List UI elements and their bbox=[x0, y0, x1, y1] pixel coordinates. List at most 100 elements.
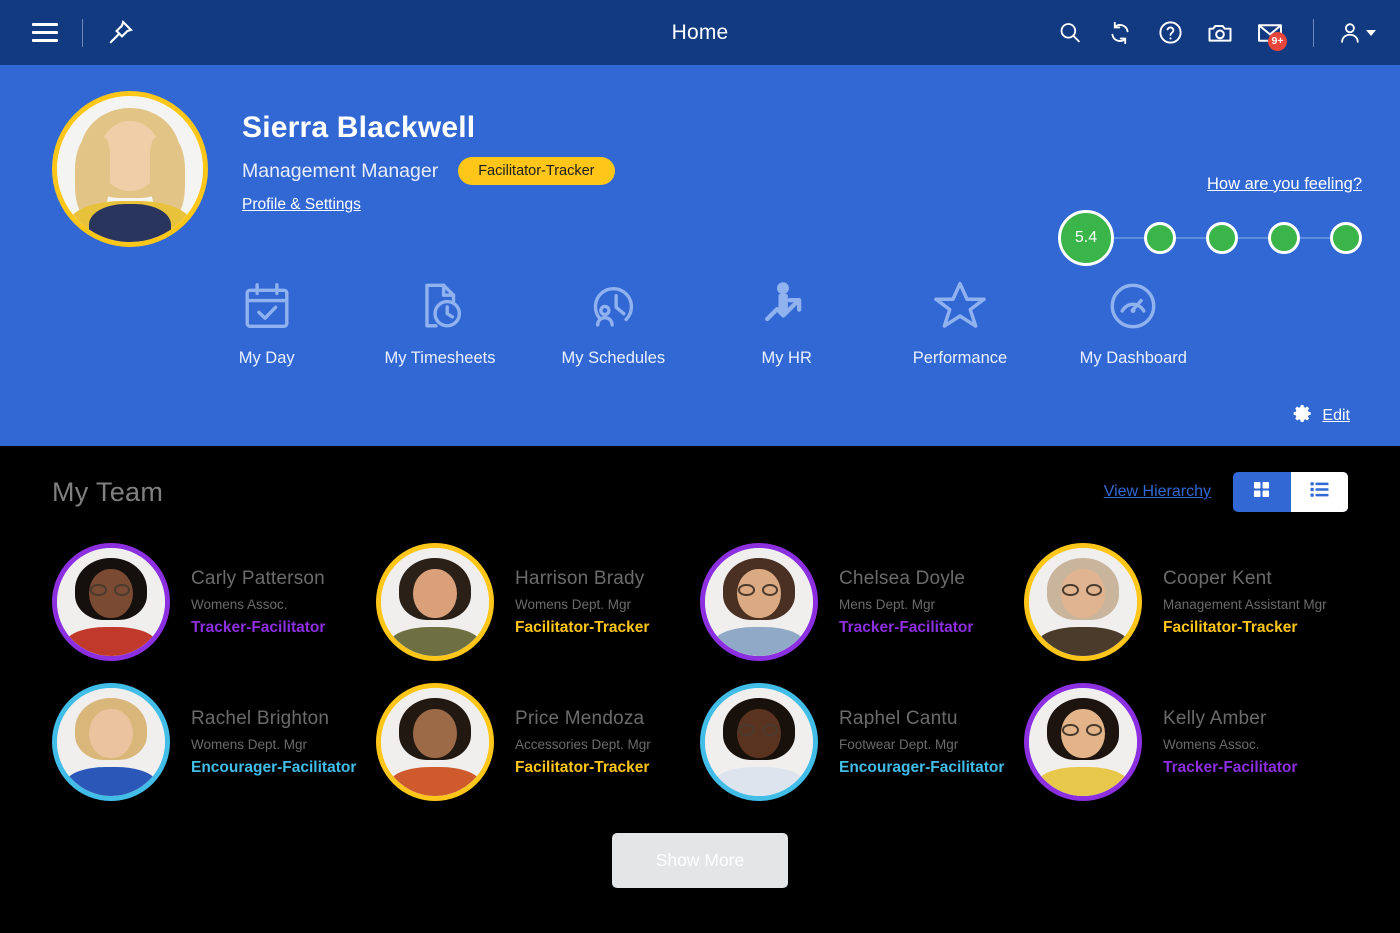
member-department: Accessories Dept. Mgr bbox=[515, 736, 651, 752]
avatar[interactable] bbox=[700, 543, 818, 661]
member-name: Price Mendoza bbox=[515, 707, 645, 729]
quicknav-label: My Timesheets bbox=[384, 349, 496, 367]
how-are-you-feeling-link[interactable]: How are you feeling? bbox=[1207, 175, 1362, 193]
member-info: Chelsea Doyle Mens Dept. Mgr Tracker-Facil… bbox=[839, 568, 973, 637]
feeling-score-dot[interactable]: 5.4 bbox=[1058, 210, 1114, 266]
member-photo bbox=[57, 548, 165, 656]
member-photo bbox=[381, 548, 489, 656]
quicknav-item-my-timesheets[interactable]: My Timesheets bbox=[353, 275, 526, 368]
list-view-button[interactable] bbox=[1290, 472, 1348, 512]
team-member-card[interactable]: Harrison Brady Womens Dept. Mgr Facilitato… bbox=[376, 543, 700, 661]
section-title: My Team bbox=[52, 476, 164, 507]
team-member-card[interactable]: Raphel Cantu Footwear Dept. Mgr Encourager… bbox=[700, 683, 1024, 801]
mail-unread-badge: 9+ bbox=[1268, 31, 1287, 51]
member-role: Tracker-Facilitator bbox=[839, 618, 974, 636]
team-member-card[interactable]: Price Mendoza Accessories Dept. Mgr Facili… bbox=[376, 683, 700, 801]
quicknav-label: My Dashboard bbox=[1079, 349, 1187, 367]
member-name: Raphel Cantu bbox=[839, 707, 958, 729]
status-badge: Facilitator-Tracker bbox=[458, 157, 615, 185]
member-info: Rachel Brighton Womens Dept. Mgr Encourage… bbox=[191, 708, 356, 777]
avatar[interactable] bbox=[1024, 543, 1142, 661]
feeling-connector bbox=[1300, 237, 1330, 239]
feeling-dot[interactable] bbox=[1268, 222, 1300, 254]
show-more-button[interactable]: Show More bbox=[611, 833, 789, 888]
member-department: Footwear Dept. Mgr bbox=[839, 736, 959, 752]
grid-view-button[interactable] bbox=[1233, 472, 1291, 512]
pin-icon[interactable] bbox=[97, 10, 143, 56]
quicknav-item-my-day[interactable]: My Day bbox=[180, 275, 353, 368]
list-view-icon bbox=[1308, 478, 1331, 506]
team-header-actions: View Hierarchy bbox=[1104, 472, 1348, 512]
view-hierarchy-link[interactable]: View Hierarchy bbox=[1104, 483, 1211, 501]
member-info: Harrison Brady Womens Dept. Mgr Facilitato… bbox=[515, 568, 649, 637]
grid-view-icon bbox=[1251, 479, 1272, 505]
member-department: Management Assistant Mgr bbox=[1163, 596, 1327, 612]
chevron-down-icon bbox=[1366, 29, 1376, 36]
member-photo bbox=[57, 688, 165, 796]
quick-nav: My Day My Timesheets My Schedules My HR … bbox=[0, 275, 1400, 368]
edit-dashboard-button[interactable]: Edit bbox=[1292, 403, 1350, 429]
team-header: My Team View Hierarchy bbox=[52, 446, 1348, 512]
member-photo bbox=[1029, 548, 1137, 656]
feeling-widget: How are you feeling? 5.4 bbox=[1058, 175, 1362, 266]
member-department: Womens Dept. Mgr bbox=[515, 596, 632, 612]
profile-photo bbox=[57, 96, 203, 242]
quicknav-item-my-dashboard[interactable]: My Dashboard bbox=[1047, 275, 1220, 368]
member-department: Mens Dept. Mgr bbox=[839, 596, 936, 612]
refresh-icon[interactable] bbox=[1099, 10, 1141, 56]
quicknav-item-performance[interactable]: Performance bbox=[873, 275, 1046, 368]
avatar[interactable] bbox=[376, 543, 494, 661]
feeling-connector bbox=[1176, 237, 1206, 239]
member-department: Womens Assoc. bbox=[191, 596, 288, 612]
team-member-card[interactable]: Kelly Amber Womens Assoc. Tracker-Facilita… bbox=[1024, 683, 1348, 801]
top-navigation-bar: Home 9+ bbox=[0, 0, 1400, 65]
team-member-card[interactable]: Chelsea Doyle Mens Dept. Mgr Tracker-Facil… bbox=[700, 543, 1024, 661]
avatar[interactable] bbox=[376, 683, 494, 801]
hero-section: Sierra Blackwell Management Manager Faci… bbox=[0, 65, 1400, 446]
feeling-dot[interactable] bbox=[1144, 222, 1176, 254]
topbar-divider-right bbox=[1313, 18, 1314, 47]
team-member-card[interactable]: Carly Patterson Womens Assoc. Tracker-Faci… bbox=[52, 543, 376, 661]
member-role: Encourager-Facilitator bbox=[191, 758, 357, 776]
edit-label: Edit bbox=[1322, 407, 1350, 424]
user-account-icon[interactable] bbox=[1336, 10, 1378, 56]
help-icon[interactable] bbox=[1149, 10, 1191, 56]
avatar[interactable] bbox=[52, 683, 170, 801]
member-name: Rachel Brighton bbox=[191, 707, 330, 729]
show-more-wrap: Show More bbox=[52, 833, 1348, 888]
member-name: Harrison Brady bbox=[515, 567, 645, 589]
gauge-icon bbox=[1106, 275, 1160, 337]
feeling-connector bbox=[1114, 237, 1144, 239]
home-page: Home 9+ Sierra Blackwell Management Mana… bbox=[0, 0, 1400, 933]
topbar-left-group bbox=[22, 10, 143, 56]
team-member-grid: Carly Patterson Womens Assoc. Tracker-Faci… bbox=[52, 543, 1348, 801]
feeling-dot[interactable] bbox=[1206, 222, 1238, 254]
camera-icon[interactable] bbox=[1199, 10, 1241, 56]
document-clock-icon bbox=[413, 275, 467, 337]
team-member-card[interactable]: Rachel Brighton Womens Dept. Mgr Encourage… bbox=[52, 683, 376, 801]
avatar[interactable] bbox=[52, 91, 208, 247]
member-role: Tracker-Facilitator bbox=[1163, 758, 1298, 776]
team-member-card[interactable]: Cooper Kent Management Assistant Mgr Facil… bbox=[1024, 543, 1348, 661]
member-department: Womens Dept. Mgr bbox=[191, 736, 308, 752]
topbar-right-group: 9+ bbox=[1049, 10, 1378, 56]
profile-role: Management Manager bbox=[242, 159, 439, 182]
profile-settings-link[interactable]: Profile & Settings bbox=[242, 196, 361, 214]
mail-icon[interactable]: 9+ bbox=[1249, 10, 1291, 56]
hamburger-menu-icon[interactable] bbox=[22, 10, 68, 56]
quicknav-item-my-hr[interactable]: My HR bbox=[700, 275, 873, 368]
quicknav-label: My Schedules bbox=[561, 349, 666, 367]
feeling-dot[interactable] bbox=[1330, 222, 1362, 254]
gear-icon bbox=[1292, 403, 1313, 429]
member-info: Cooper Kent Management Assistant Mgr Facil… bbox=[1163, 568, 1327, 637]
member-name: Chelsea Doyle bbox=[839, 567, 966, 589]
avatar[interactable] bbox=[52, 543, 170, 661]
quicknav-label: Performance bbox=[912, 349, 1008, 367]
avatar[interactable] bbox=[1024, 683, 1142, 801]
avatar[interactable] bbox=[700, 683, 818, 801]
view-toggle-group bbox=[1233, 472, 1348, 512]
topbar-divider-left bbox=[82, 18, 83, 47]
quicknav-item-my-schedules[interactable]: My Schedules bbox=[527, 275, 700, 368]
member-info: Kelly Amber Womens Assoc. Tracker-Facilita… bbox=[1163, 708, 1297, 777]
search-icon[interactable] bbox=[1049, 10, 1091, 56]
